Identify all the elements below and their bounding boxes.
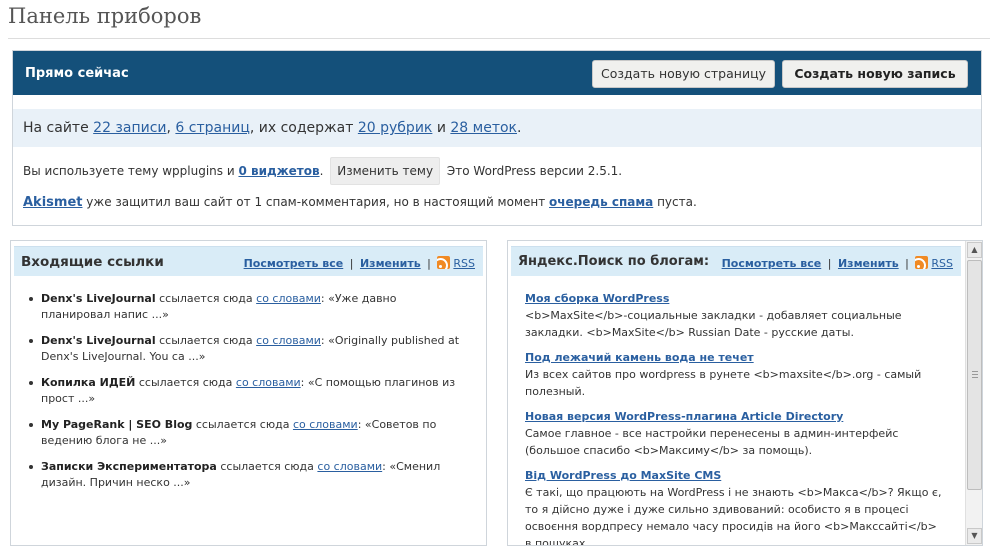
list-item: Від WordPress до MaxSite CMS Є такі, що … [525, 468, 945, 546]
title-divider [8, 38, 990, 39]
list-item: Копилка ИДЕЙ ссылается сюда со словами: … [29, 375, 461, 407]
inbound-words-link[interactable]: со словами [256, 334, 321, 347]
scroll-up-icon[interactable]: ▲ [967, 242, 982, 258]
separator: | [905, 257, 909, 270]
stats-and: и [432, 120, 451, 136]
inbound-site-name: Записки Экспериментатора [41, 460, 217, 473]
yandex-actions: Посмотреть все | Изменить | RSS [722, 256, 953, 270]
yandex-blog-search-widget: Яндекс.Поиск по блогам: Посмотреть все |… [507, 240, 983, 546]
wordpress-version-text: Это WordPress версии 2.5.1. [446, 164, 623, 178]
pages-count-link[interactable]: 6 страниц [175, 120, 249, 136]
yandex-view-all-link[interactable]: Посмотреть все [722, 257, 822, 270]
inbound-refers: ссылается сюда [135, 376, 236, 389]
inbound-links-widget: Входящие ссылки Посмотреть все | Изменит… [10, 240, 487, 546]
yandex-results-list: Моя сборка WordPress <b>MaxSite</b>-соци… [525, 291, 945, 546]
right-now-header: Прямо сейчас Создать новую страницу Созд… [13, 51, 981, 95]
yandex-header: Яндекс.Поиск по блогам: Посмотреть все |… [511, 246, 961, 276]
list-item: Denx's LiveJournal ссылается сюда со сло… [29, 333, 461, 365]
yandex-result-snippet: Є такі, що працюють на WordPress і не зн… [525, 486, 942, 546]
yandex-rss-link[interactable]: RSS [931, 257, 953, 270]
inbound-links-list: Denx's LiveJournal ссылается сюда со сло… [29, 291, 461, 501]
inbound-rss-link[interactable]: RSS [453, 257, 475, 270]
stats-middle: , их содержат [249, 120, 358, 136]
content-stats: На сайте 22 записи, 6 страниц, их содерж… [13, 109, 981, 147]
stats-end: . [517, 120, 522, 136]
separator: | [349, 257, 354, 270]
grip-icon [972, 371, 978, 378]
inbound-links-title: Входящие ссылки [21, 254, 164, 270]
inbound-refers: ссылается сюда [155, 334, 257, 347]
spam-queue-link[interactable]: очередь спама [549, 195, 653, 209]
yandex-result-snippet: Самое главное - все настройки перенесены… [525, 427, 899, 457]
right-now-title: Прямо сейчас [25, 66, 129, 81]
new-page-button[interactable]: Создать новую страницу [592, 60, 775, 88]
yandex-result-title[interactable]: Моя сборка WordPress [525, 291, 945, 307]
inbound-refers: ссылается сюда [192, 418, 293, 431]
akismet-end: пуста. [653, 195, 697, 209]
page-title: Панель приборов [8, 4, 202, 28]
change-theme-button[interactable]: Изменить тему [330, 157, 441, 185]
inbound-links-actions: Посмотреть все | Изменить | RSS [244, 256, 475, 270]
yandex-result-title[interactable]: Под лежачий камень вода не течет [525, 350, 945, 366]
inbound-words-link[interactable]: со словами [236, 376, 301, 389]
separator: | [427, 257, 431, 270]
yandex-result-snippet: Из всех сайтов про wordpress в рунете <b… [525, 368, 922, 398]
akismet-info: Akismet уже защитил ваш сайт от 1 спам-к… [23, 195, 697, 210]
widgets-count-link[interactable]: 0 виджетов [238, 164, 319, 178]
yandex-result-snippet: <b>MaxSite</b>-социальные закладки - доб… [525, 309, 902, 339]
new-post-button[interactable]: Создать новую запись [782, 60, 968, 88]
list-item: Denx's LiveJournal ссылается сюда со сло… [29, 291, 461, 323]
rss-icon[interactable] [437, 256, 451, 269]
list-item: My PageRank | SEO Blog ссылается сюда со… [29, 417, 461, 449]
inbound-view-all-link[interactable]: Посмотреть все [244, 257, 344, 270]
right-now-box: Прямо сейчас Создать новую страницу Созд… [12, 50, 982, 226]
scrollbar-thumb[interactable] [967, 260, 982, 490]
inbound-edit-link[interactable]: Изменить [360, 257, 421, 270]
tags-count-link[interactable]: 28 меток [450, 120, 517, 136]
inbound-site-name: My PageRank | SEO Blog [41, 418, 193, 431]
list-item: Новая версия WordPress-плагина Article D… [525, 409, 945, 459]
separator: | [827, 257, 832, 270]
posts-count-link[interactable]: 22 записи [93, 120, 166, 136]
yandex-title: Яндекс.Поиск по блогам: [518, 254, 710, 269]
list-item: Записки Экспериментатора ссылается сюда … [29, 459, 461, 491]
list-item: Моя сборка WordPress <b>MaxSite</b>-соци… [525, 291, 945, 341]
inbound-refers: ссылается сюда [216, 460, 318, 473]
theme-dot: . [319, 164, 324, 178]
akismet-link[interactable]: Akismet [23, 195, 82, 210]
inbound-words-link[interactable]: со словами [256, 292, 321, 305]
yandex-edit-link[interactable]: Изменить [838, 257, 899, 270]
inbound-site-name: Копилка ИДЕЙ [41, 376, 136, 389]
inbound-words-link[interactable]: со словами [293, 418, 358, 431]
inbound-site-name: Denx's LiveJournal [41, 292, 156, 305]
inbound-links-header: Входящие ссылки Посмотреть все | Изменит… [14, 246, 483, 276]
inbound-words-link[interactable]: со словами [317, 460, 382, 473]
theme-info: Вы используете тему wpplugins и 0 виджет… [23, 157, 622, 185]
theme-prefix: Вы используете тему wpplugins и [23, 164, 239, 178]
inbound-site-name: Denx's LiveJournal [41, 334, 156, 347]
yandex-result-title[interactable]: Від WordPress до MaxSite CMS [525, 468, 945, 484]
akismet-middle: уже защитил ваш сайт от 1 спам-комментар… [82, 195, 550, 209]
scroll-down-icon[interactable]: ▼ [967, 528, 982, 544]
inbound-refers: ссылается сюда [155, 292, 257, 305]
vertical-scrollbar[interactable]: ▲ ▼ [965, 241, 982, 545]
yandex-result-title[interactable]: Новая версия WordPress-плагина Article D… [525, 409, 945, 425]
rss-icon[interactable] [915, 256, 929, 269]
list-item: Под лежачий камень вода не течет Из всех… [525, 350, 945, 400]
stats-prefix: На сайте [23, 120, 94, 136]
categories-count-link[interactable]: 20 рубрик [358, 120, 433, 136]
